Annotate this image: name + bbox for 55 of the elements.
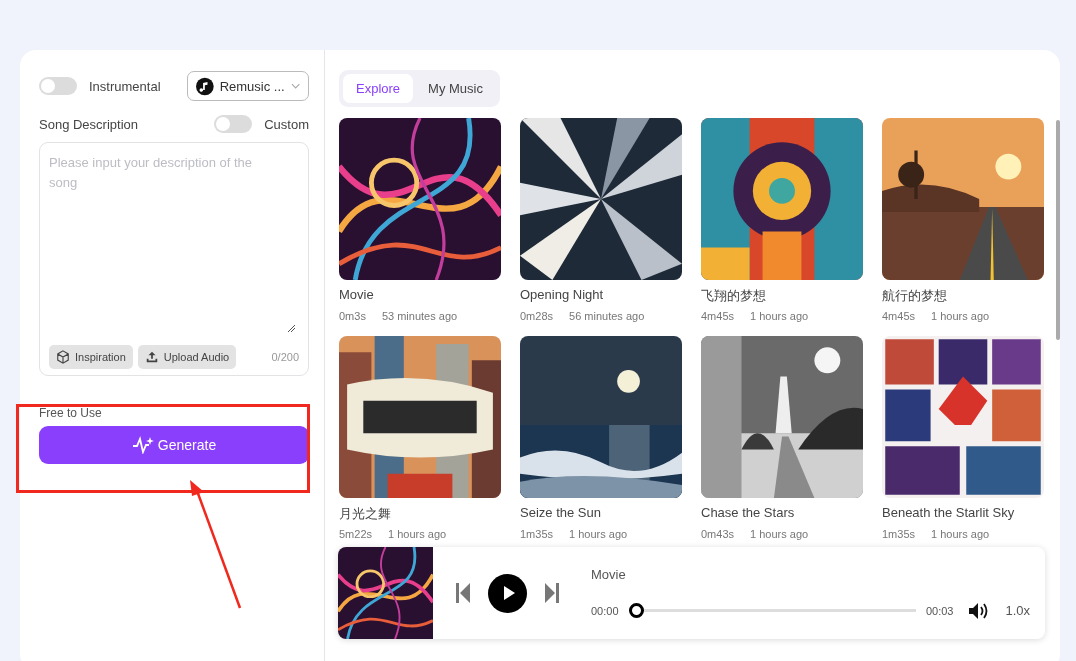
song-duration: 0m3s	[339, 310, 366, 322]
track-title: Movie	[591, 566, 627, 582]
song-duration: 5m22s	[339, 528, 373, 540]
song-age: 1 hours ago	[931, 310, 990, 322]
scrollbar[interactable]	[1056, 120, 1060, 340]
speed-button[interactable]: 1.0x	[1005, 603, 1030, 618]
current-time: 00:00	[591, 604, 619, 617]
song-title: Movie	[339, 287, 375, 304]
song-title: Chase the Stars	[701, 505, 796, 522]
song-age: 1 hours ago	[931, 528, 990, 540]
tab[interactable]: Explore	[343, 74, 414, 103]
song-title: Opening Night	[520, 287, 605, 304]
song-age: 1 hours ago	[750, 528, 809, 540]
song-duration: 4m45s	[882, 310, 916, 322]
custom-toggle[interactable]	[214, 115, 253, 133]
free-to-use-label: Free to Use	[39, 406, 103, 420]
generate-button[interactable]: Generate	[39, 426, 309, 464]
instrumental-label: Instrumental	[89, 78, 161, 94]
song-age: 56 minutes ago	[569, 310, 645, 322]
song-duration: 0m28s	[520, 310, 554, 322]
next-icon[interactable]	[545, 583, 559, 603]
caret-icon	[290, 83, 300, 89]
previous-icon[interactable]	[456, 583, 470, 603]
song-duration: 0m43s	[701, 528, 735, 540]
volume-icon[interactable]	[969, 601, 990, 620]
model-select[interactable]: Remusic ...	[187, 71, 309, 101]
song-description-label: Song Description	[39, 116, 138, 132]
character-counter: 0/200	[271, 351, 299, 363]
song-age: 53 minutes ago	[381, 310, 458, 322]
upload-icon	[144, 350, 159, 364]
song-age: 1 hours ago	[750, 310, 809, 322]
song-title: 月光之舞	[339, 505, 392, 523]
song-duration: 1m35s	[882, 528, 916, 540]
song-title: 航行的梦想	[882, 287, 948, 305]
song-title: Beneath the Starlit Sky	[882, 505, 1016, 522]
music-note-icon	[196, 76, 214, 96]
song-title: 飞翔的梦想	[701, 287, 767, 305]
song-age: 1 hours ago	[388, 528, 447, 540]
song-duration: 4m45s	[701, 310, 735, 322]
dice-icon	[56, 350, 70, 364]
total-time: 00:03	[925, 604, 954, 617]
sparkle-wave-icon	[131, 436, 154, 454]
resize-grip-icon	[286, 323, 296, 333]
song-age: 1 hours ago	[569, 528, 628, 540]
description-field[interactable]: Please input your description of the song Inspiration Upload Audio 0/200	[39, 142, 309, 376]
song-title: Seize the Sun	[520, 505, 602, 522]
instrumental-toggle[interactable]	[39, 77, 77, 95]
tab[interactable]: My Music	[415, 74, 496, 103]
upload-audio-button[interactable]: Upload Audio	[137, 345, 237, 369]
song-duration: 1m35s	[520, 528, 554, 540]
custom-label: Custom	[264, 116, 309, 132]
progress-thumb[interactable]	[628, 603, 644, 618]
inspiration-button[interactable]: Inspiration	[49, 345, 133, 369]
play-icon	[503, 586, 515, 600]
play-button[interactable]	[488, 573, 527, 613]
